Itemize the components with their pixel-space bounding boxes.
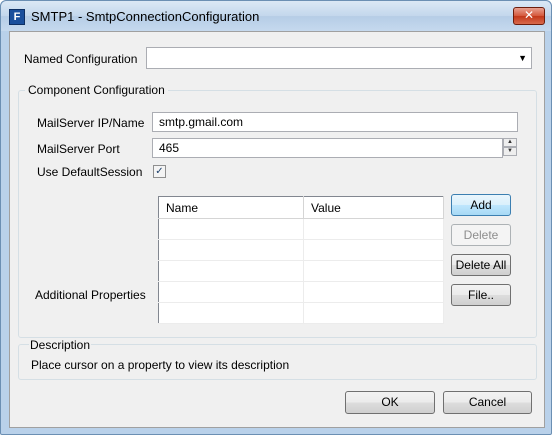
table-cell[interactable] bbox=[158, 260, 304, 282]
mailserver-ip-input[interactable]: smtp.gmail.com bbox=[152, 112, 518, 132]
column-header-value[interactable]: Value bbox=[303, 196, 444, 219]
mailserver-port-input[interactable]: 465 bbox=[152, 138, 503, 158]
column-header-name[interactable]: Name bbox=[158, 196, 304, 219]
dialog-window: F SMTP1 - SmtpConnectionConfiguration ✕ … bbox=[0, 0, 552, 435]
mailserver-port-value: 465 bbox=[159, 141, 180, 155]
window-title: SMTP1 - SmtpConnectionConfiguration bbox=[31, 9, 260, 24]
add-button[interactable]: Add bbox=[451, 194, 511, 216]
table-row[interactable] bbox=[158, 260, 444, 282]
close-button[interactable]: ✕ bbox=[513, 7, 545, 25]
mailserver-ip-label: MailServer IP/Name bbox=[37, 116, 145, 130]
spin-up-icon[interactable]: ▲ bbox=[503, 138, 517, 147]
use-default-session-checkbox[interactable]: ✓ bbox=[153, 165, 166, 178]
dialog-body: Named Configuration ▼ Component Configur… bbox=[9, 31, 545, 428]
table-cell[interactable] bbox=[158, 218, 304, 240]
table-cell[interactable] bbox=[303, 302, 444, 324]
file-button[interactable]: File.. bbox=[451, 284, 511, 306]
app-icon: F bbox=[9, 9, 25, 25]
table-cell[interactable] bbox=[158, 281, 304, 303]
additional-properties-label: Additional Properties bbox=[35, 288, 146, 302]
table-cell[interactable] bbox=[158, 302, 304, 324]
cancel-button[interactable]: Cancel bbox=[443, 391, 532, 414]
table-header-row: Name Value bbox=[158, 196, 444, 219]
table-row[interactable] bbox=[158, 239, 444, 261]
delete-all-button[interactable]: Delete All bbox=[451, 254, 511, 276]
table-row[interactable] bbox=[158, 218, 444, 240]
title-bar[interactable]: F SMTP1 - SmtpConnectionConfiguration ✕ bbox=[1, 1, 551, 31]
table-row[interactable] bbox=[158, 281, 444, 303]
ok-button[interactable]: OK bbox=[345, 391, 435, 414]
description-text: Place cursor on a property to view its d… bbox=[31, 358, 290, 372]
table-row[interactable] bbox=[158, 302, 444, 324]
mailserver-ip-value: smtp.gmail.com bbox=[159, 115, 244, 129]
table-cell[interactable] bbox=[303, 239, 444, 261]
mailserver-port-label: MailServer Port bbox=[37, 142, 120, 156]
chevron-down-icon[interactable]: ▼ bbox=[518, 53, 527, 63]
component-configuration-title: Component Configuration bbox=[25, 83, 168, 97]
description-title: Description bbox=[29, 338, 92, 352]
delete-button[interactable]: Delete bbox=[451, 224, 511, 246]
named-configuration-label: Named Configuration bbox=[24, 52, 138, 66]
table-cell[interactable] bbox=[303, 281, 444, 303]
use-default-session-label: Use DefaultSession bbox=[37, 165, 143, 179]
named-configuration-dropdown[interactable]: ▼ bbox=[146, 47, 532, 69]
spin-down-icon[interactable]: ▼ bbox=[503, 147, 517, 156]
table-cell[interactable] bbox=[303, 260, 444, 282]
table-cell[interactable] bbox=[303, 218, 444, 240]
properties-table: Name Value bbox=[158, 196, 444, 324]
table-cell[interactable] bbox=[158, 239, 304, 261]
